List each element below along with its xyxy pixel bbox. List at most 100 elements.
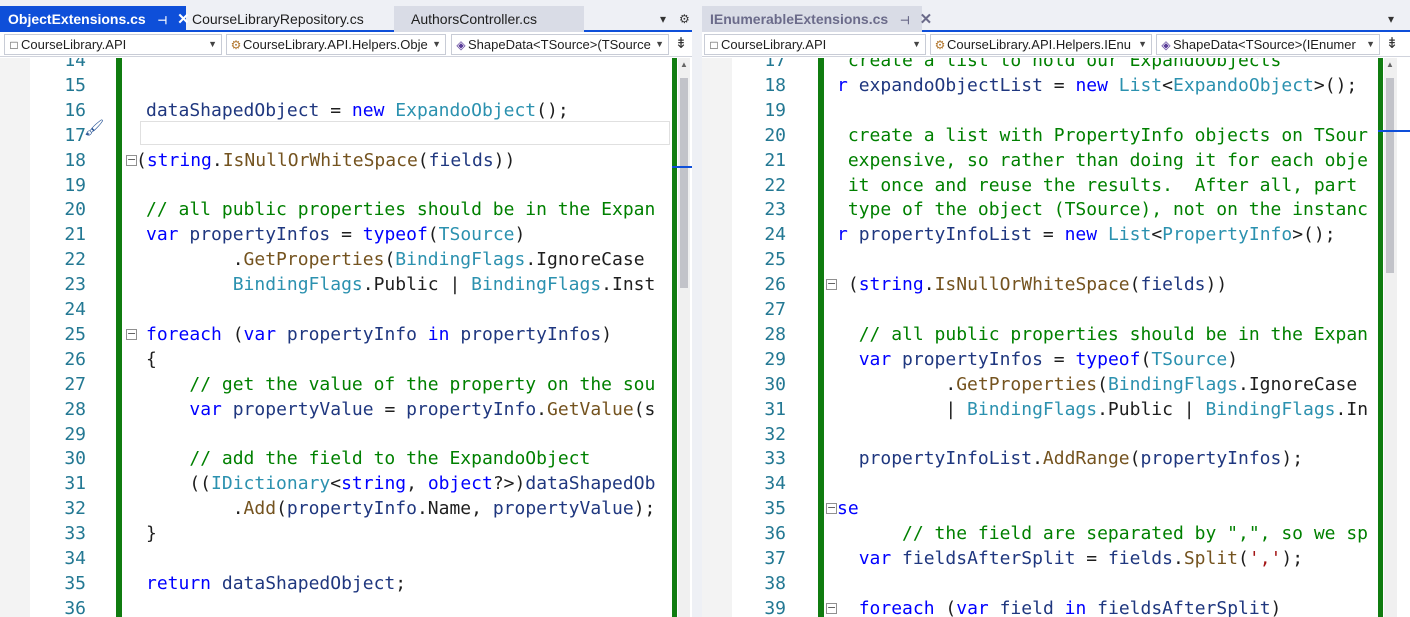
left-code-editor[interactable]: 🖌 14 15 16 dataShapedObject = new ExpandoOb… xyxy=(0,58,692,617)
code-line[interactable]: 31 ((IDictionary<string, object?>)dataSh… xyxy=(0,471,692,496)
code-line[interactable]: 35 − se xyxy=(702,496,1410,521)
code-token: var xyxy=(858,548,892,569)
right-vertical-scrollbar[interactable]: ▲ xyxy=(1384,58,1397,617)
collapse-toggle-icon[interactable]: − xyxy=(826,502,837,515)
code-line[interactable]: 20 // all public properties should be in … xyxy=(0,197,692,222)
code-line[interactable]: 34 xyxy=(702,471,1410,496)
pane-splitter[interactable] xyxy=(692,0,702,617)
code-line[interactable]: 21 var propertyInfos = typeof(TSource) xyxy=(0,222,692,247)
code-line[interactable]: 30 // add the field to the ExpandoObject xyxy=(0,446,692,471)
gear-icon[interactable]: ⚙ xyxy=(679,12,690,26)
tab-object-extensions[interactable]: ObjectExtensions.cs ⊣ ✕ xyxy=(0,6,190,34)
code-line[interactable]: 25 xyxy=(702,247,1410,272)
scroll-thumb[interactable] xyxy=(1386,78,1394,273)
split-window-button[interactable]: ⇟ xyxy=(671,34,691,55)
code-token: create a list with PropertyInfo objects … xyxy=(837,124,1369,146)
code-line[interactable]: 32 xyxy=(702,422,1410,447)
code-line[interactable]: 36 xyxy=(0,596,692,617)
split-window-button[interactable]: ⇟ xyxy=(1382,34,1402,55)
code-line[interactable]: 29 xyxy=(0,422,692,447)
collapse-toggle-icon[interactable]: − xyxy=(826,278,837,291)
code-line[interactable]: 33 propertyInfoList.AddRange(propertyInf… xyxy=(702,446,1410,471)
line-number: 18 xyxy=(764,74,786,96)
code-line[interactable]: 23 type of the object (TSource), not on … xyxy=(702,197,1410,222)
code-line[interactable]: 39 − foreach (var field in fieldsAfterSpl… xyxy=(702,596,1410,617)
code-line[interactable]: 17 xyxy=(0,123,692,148)
code-line[interactable]: 21 expensive, so rather than doing it fo… xyxy=(702,148,1410,173)
code-line[interactable]: 32 .Add(propertyInfo.Name, propertyValue… xyxy=(0,496,692,521)
member-dropdown[interactable]: ◈ ShapeData<TSource>(IEnumer ▼ xyxy=(1156,34,1380,55)
code-line[interactable]: 28 // all public properties should be in… xyxy=(702,322,1410,347)
code-line[interactable]: 22 it once and reuse the results. After … xyxy=(702,173,1410,198)
collapse-toggle-icon[interactable]: − xyxy=(126,328,137,340)
code-text: create a list to hold our ExpandoObjects xyxy=(837,58,1282,73)
code-text: var propertyValue = propertyInfo.GetValu… xyxy=(146,397,655,422)
collapse-toggle-icon[interactable]: − xyxy=(826,602,837,614)
tab-authors-controller[interactable]: AuthorsController.cs xyxy=(394,6,584,32)
line-number: 38 xyxy=(764,572,786,594)
tab-settings[interactable]: ⚙ xyxy=(679,6,690,32)
code-line[interactable]: 20 create a list with PropertyInfo objec… xyxy=(702,123,1410,148)
right-code-editor[interactable]: 17 create a list to hold our ExpandoObje… xyxy=(702,58,1410,617)
project-dropdown[interactable]: □ CourseLibrary.API ▼ xyxy=(4,34,222,55)
line-number: 24 xyxy=(64,299,86,320)
code-line[interactable]: 24 r propertyInfoList = new List<Property… xyxy=(702,222,1410,247)
type-dropdown[interactable]: ⚙ CourseLibrary.API.Helpers.IEnu ▼ xyxy=(930,34,1152,55)
code-token: = xyxy=(1075,548,1108,569)
code-token: // get the value of the property on the … xyxy=(189,373,656,395)
code-line[interactable]: 25 − foreach (var propertyInfo in property… xyxy=(0,322,692,347)
code-token: r xyxy=(837,224,848,246)
code-line[interactable]: 14 xyxy=(0,58,692,73)
tab-ienumerable-extensions[interactable]: IEnumerableExtensions.cs ⊣ ✕ xyxy=(702,6,932,34)
pin-icon[interactable]: ⊣ xyxy=(900,8,910,34)
code-token: = xyxy=(1042,74,1076,96)
code-line[interactable]: 33} xyxy=(0,521,692,546)
code-token: expandoObjectList xyxy=(858,74,1043,96)
code-line[interactable]: 38 xyxy=(702,571,1410,596)
scroll-thumb[interactable] xyxy=(680,78,688,288)
type-dropdown[interactable]: ⚙ CourseLibrary.API.Helpers.Obje ▼ xyxy=(226,34,446,55)
chevron-down-icon: ▼ xyxy=(1366,39,1375,49)
code-line[interactable]: 19 xyxy=(702,98,1410,123)
code-token: ( xyxy=(1097,373,1108,395)
code-line[interactable]: 31 | BindingFlags.Public | BindingFlags.… xyxy=(702,397,1410,422)
code-line[interactable]: 19 xyxy=(0,173,692,198)
code-line[interactable]: 27 // get the value of the property on t… xyxy=(0,372,692,397)
left-vertical-scrollbar[interactable]: ▲ xyxy=(678,58,690,617)
code-line[interactable]: 29 var propertyInfos = typeof(TSource) xyxy=(702,347,1410,372)
scroll-up-arrow-icon[interactable]: ▲ xyxy=(1384,60,1396,69)
code-line[interactable]: 26 { xyxy=(0,347,692,372)
right-navigation-bar: □ CourseLibrary.API ▼ ⚙ CourseLibrary.API.… xyxy=(702,32,1410,57)
tab-list-dropdown[interactable]: ▾ xyxy=(660,6,666,32)
code-token: in xyxy=(427,323,450,345)
code-line[interactable]: 27 xyxy=(702,297,1410,322)
code-line[interactable]: 22 .GetProperties(BindingFlags.IgnoreCas… xyxy=(0,247,692,272)
chevron-down-icon[interactable]: ▾ xyxy=(660,12,666,26)
scroll-up-arrow-icon[interactable]: ▲ xyxy=(678,60,690,69)
code-line[interactable]: 17 create a list to hold our ExpandoObje… xyxy=(702,58,1410,73)
close-icon[interactable]: ✕ xyxy=(920,7,933,33)
code-line[interactable]: 18 r expandoObjectList = new List<Expando… xyxy=(702,73,1410,98)
member-dropdown[interactable]: ◈ ShapeData<TSource>(TSource ▼ xyxy=(451,34,669,55)
code-line[interactable]: 30 .GetProperties(BindingFlags.IgnoreCas… xyxy=(702,372,1410,397)
pin-icon[interactable]: ⊣ xyxy=(158,8,168,34)
code-text: } xyxy=(146,521,157,546)
code-line[interactable]: 35 return dataShapedObject; xyxy=(0,571,692,596)
code-line[interactable]: 26− (string.IsNullOrWhiteSpace(fields)) xyxy=(702,272,1410,297)
code-line[interactable]: 34 xyxy=(0,546,692,571)
code-line[interactable]: 37 var fieldsAfterSplit = fields.Split('… xyxy=(702,546,1410,571)
code-line[interactable]: 15 xyxy=(0,73,692,98)
chevron-down-icon[interactable]: ▾ xyxy=(1388,12,1394,26)
code-line[interactable]: 28 var propertyValue = propertyInfo.GetV… xyxy=(0,397,692,422)
line-number: 16 xyxy=(64,99,86,121)
code-token: ( xyxy=(934,597,957,617)
code-line[interactable]: 16 dataShapedObject = new ExpandoObject()… xyxy=(0,98,692,123)
code-line[interactable]: 36 // the field are separated by ",", so… xyxy=(702,521,1410,546)
code-line[interactable]: 23 BindingFlags.Public | BindingFlags.In… xyxy=(0,272,692,297)
code-line[interactable]: 18− (string.IsNullOrWhiteSpace(fields)) xyxy=(0,148,692,173)
tab-course-library-repository[interactable]: CourseLibraryRepository.cs xyxy=(184,6,394,32)
project-dropdown[interactable]: □ CourseLibrary.API ▼ xyxy=(704,34,926,55)
code-line[interactable]: 24 xyxy=(0,297,692,322)
caret-position-marker xyxy=(672,166,692,168)
tab-list-dropdown[interactable]: ▾ xyxy=(1388,6,1394,32)
